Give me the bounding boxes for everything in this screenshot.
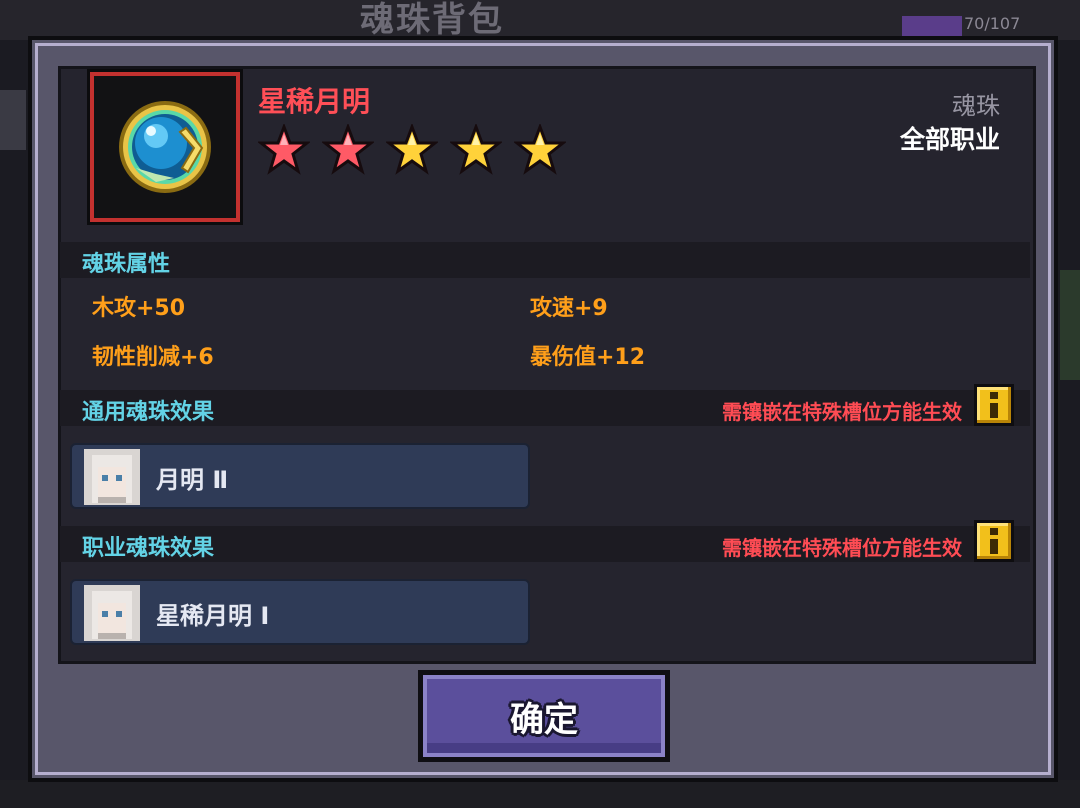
character-portrait-icon bbox=[84, 585, 140, 641]
background-right-tab bbox=[1060, 270, 1080, 380]
item-icon-frame bbox=[87, 69, 243, 225]
job-effect-header: 职业魂珠效果 需镶嵌在特殊槽位方能生效 bbox=[60, 520, 1030, 562]
info-icon bbox=[990, 392, 998, 418]
general-effect-info-button[interactable] bbox=[974, 384, 1014, 426]
general-effect-title: 通用魂珠效果 bbox=[82, 400, 215, 425]
attributes-title: 魂珠属性 bbox=[82, 252, 171, 277]
job-effect-title: 职业魂珠效果 bbox=[82, 536, 215, 561]
background-capacity-count: 70/107 bbox=[964, 14, 1021, 33]
stat-attack-speed: 攻速+9 bbox=[530, 296, 608, 321]
stat-toughness-reduction: 韧性削减+6 bbox=[92, 345, 214, 370]
stat-crit-damage: 暴伤值+12 bbox=[530, 345, 646, 370]
job-effect-card[interactable]: 星稀月明 Ⅰ bbox=[70, 579, 530, 645]
item-name: 星稀月明 bbox=[258, 85, 371, 118]
job-effect-warning: 需镶嵌在特殊槽位方能生效 bbox=[722, 536, 962, 560]
item-job-label: 全部职业 bbox=[899, 125, 1000, 154]
job-effect-info-button[interactable] bbox=[974, 520, 1014, 562]
character-portrait-icon bbox=[84, 449, 140, 505]
background-footer bbox=[0, 780, 1080, 808]
star-icon-red bbox=[322, 124, 374, 175]
background-capacity-bar bbox=[902, 16, 962, 36]
star-icon-red bbox=[258, 124, 310, 175]
item-type-label: 魂珠 bbox=[952, 92, 1000, 120]
job-effect-name: 星稀月明 Ⅰ bbox=[156, 602, 270, 630]
star-icon-gold bbox=[450, 124, 502, 175]
general-effect-warning: 需镶嵌在特殊槽位方能生效 bbox=[722, 400, 962, 424]
confirm-button[interactable]: 确定 bbox=[418, 670, 670, 762]
general-effect-header: 通用魂珠效果 需镶嵌在特殊槽位方能生效 bbox=[60, 384, 1030, 426]
star-icon-gold bbox=[386, 124, 438, 175]
blue-orb-icon bbox=[119, 101, 211, 193]
confirm-button-label: 确定 bbox=[510, 699, 578, 740]
general-effect-card[interactable]: 月明 Ⅱ bbox=[70, 443, 530, 509]
stat-wood-attack: 木攻+50 bbox=[92, 296, 186, 321]
attributes-header: 魂珠属性 bbox=[60, 242, 1030, 278]
background-left-tab bbox=[0, 90, 26, 150]
info-icon bbox=[990, 528, 998, 554]
general-effect-name: 月明 Ⅱ bbox=[156, 466, 229, 494]
star-icon-gold bbox=[514, 124, 566, 175]
star-rating bbox=[258, 124, 566, 178]
background-title: 魂珠背包 bbox=[360, 0, 504, 40]
